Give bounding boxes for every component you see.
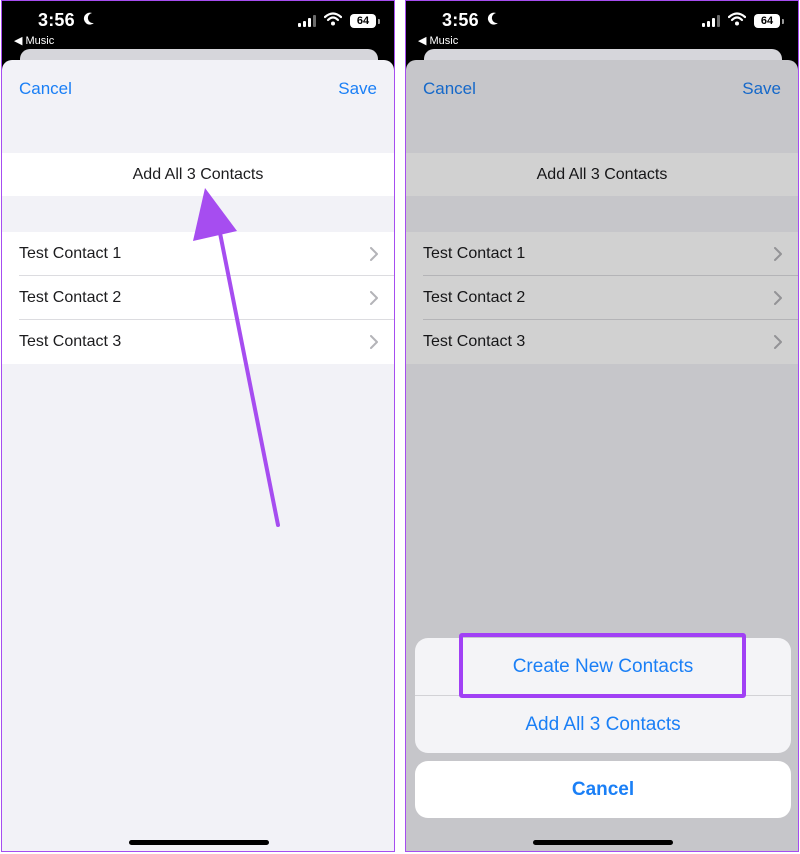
add-contacts-sheet: Cancel Save Add All 3 Contacts Test Cont… bbox=[406, 60, 798, 851]
status-time: 3:56 bbox=[442, 10, 479, 30]
battery-icon: 64 bbox=[754, 14, 780, 28]
battery-cap bbox=[782, 19, 784, 24]
cellular-signal-icon bbox=[702, 15, 720, 27]
back-to-app-link[interactable]: ◀ Music bbox=[418, 34, 458, 47]
wifi-icon bbox=[728, 12, 746, 26]
home-indicator bbox=[533, 840, 673, 845]
left-phone-screenshot: 3:56 ◀ Music 64 Cancel Save Add All 3 Co… bbox=[1, 0, 395, 852]
moon-icon bbox=[487, 12, 498, 25]
action-sheet-cancel-button[interactable]: Cancel bbox=[415, 761, 791, 818]
right-phone-screenshot: 3:56 ◀ Music 64 Cancel Save Add All 3 Co… bbox=[405, 0, 799, 852]
annotation-arrow-icon bbox=[193, 188, 280, 527]
annotation-highlight-box bbox=[459, 633, 746, 698]
add-all-contacts-button[interactable]: Add All 3 Contacts bbox=[415, 696, 791, 753]
